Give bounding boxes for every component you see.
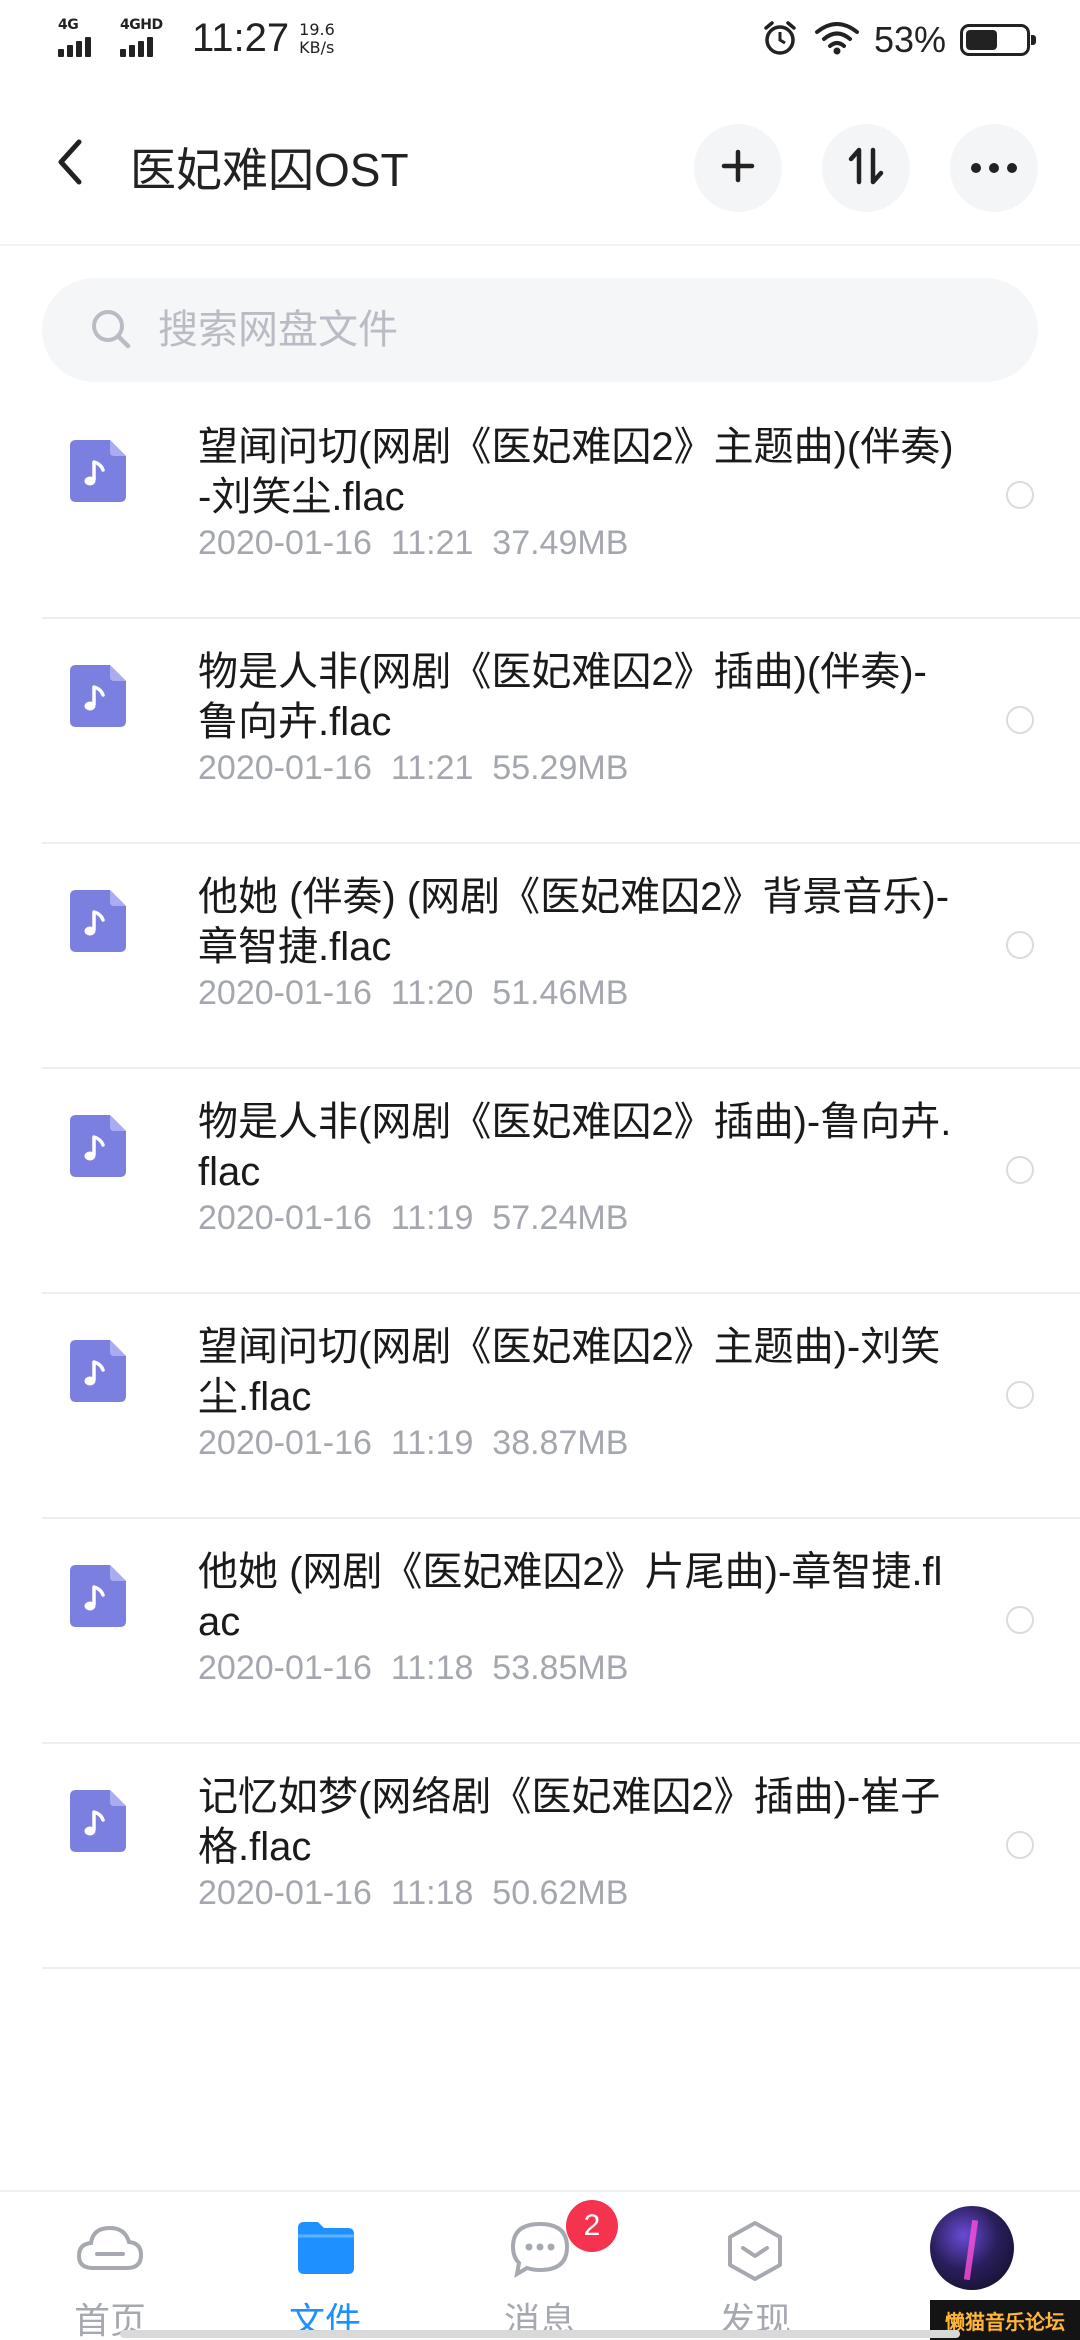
status-right: 53% [760,18,1036,62]
more-icon [970,159,1018,178]
file-meta: 2020-01-16 11:18 53.85MB [198,1649,628,1688]
file-date: 2020-01-16 [198,974,372,1012]
music-file-icon [70,1115,126,1177]
speed-value: 19.6 [299,19,335,39]
file-meta: 2020-01-16 11:21 55.29MB [198,749,628,788]
file-size: 57.24MB [492,1199,629,1237]
header: 医妃难囚OST [0,84,1080,246]
sort-icon [846,146,886,190]
status-bar: 4G 4GHD 11:27 19.6 KB/s 53% [0,0,1080,84]
signal-icon: 4GHD [120,17,176,61]
back-button[interactable] [40,124,100,204]
file-row[interactable]: 记忆如梦(网络剧《医妃难囚2》插曲)-崔子格.flac 2020-01-16 1… [0,1744,1080,1969]
select-checkbox[interactable] [1006,1156,1034,1184]
cloud-icon [75,2220,145,2280]
music-file-icon [70,1565,126,1627]
file-row[interactable]: 物是人非(网剧《医妃难囚2》插曲)-鲁向卉.flac 2020-01-16 11… [0,1069,1080,1294]
speed-unit: KB/s [299,37,335,57]
file-time: 11:20 [390,974,474,1012]
file-row[interactable]: 他她 (网剧《医妃难囚2》片尾曲)-章智捷.flac 2020-01-16 11… [0,1519,1080,1744]
search-input[interactable] [158,300,978,360]
file-meta: 2020-01-16 11:21 37.49MB [198,524,628,563]
nav-files[interactable]: 文件 [225,2192,425,2340]
select-checkbox[interactable] [1006,706,1034,734]
file-size: 37.49MB [492,524,629,562]
more-button[interactable] [950,124,1038,212]
file-name: 物是人非(网剧《医妃难囚2》插曲)-鲁向卉.flac [198,1100,952,1194]
music-file-icon [70,440,126,502]
file-date: 2020-01-16 [198,749,372,787]
file-row[interactable]: 物是人非(网剧《医妃难囚2》插曲)(伴奏)-鲁向卉.flac 2020-01-1… [0,619,1080,844]
file-date: 2020-01-16 [198,1199,372,1237]
message-badge: 2 [566,2200,618,2252]
file-name: 望闻问切(网剧《医妃难囚2》主题曲)-刘笑尘.flac [198,1325,941,1419]
add-button[interactable] [694,124,782,212]
select-checkbox[interactable] [1006,1606,1034,1634]
file-time: 11:18 [390,1874,474,1912]
plus-icon [720,148,756,188]
search-bar[interactable] [42,278,1038,382]
page-title: 医妃难囚OST [130,144,409,196]
file-row[interactable]: 他她 (伴奏) (网剧《医妃难囚2》背景音乐)-章智捷.flac 2020-01… [0,844,1080,1069]
network-speed: 19.6 KB/s [299,19,335,57]
nav-home[interactable]: 首页 [10,2192,210,2340]
music-file-icon [70,1340,126,1402]
file-name: 物是人非(网剧《医妃难囚2》插曲)(伴奏)-鲁向卉.flac [198,650,927,744]
bottom-nav: 首页 文件 消息 发现 [0,2190,1080,2340]
select-checkbox[interactable] [1006,1831,1034,1859]
message-icon [509,2220,571,2282]
discover-icon [725,2220,785,2286]
file-size: 51.46MB [492,974,629,1012]
file-name: 望闻问切(网剧《医妃难囚2》主题曲)(伴奏)-刘笑尘.flac [198,425,954,519]
network-label-1: 4G [58,16,79,33]
search-icon [88,306,134,356]
folder-icon [294,2220,356,2278]
battery-fill [966,30,997,50]
sort-button[interactable] [822,124,910,212]
music-file-icon [70,890,126,952]
row-divider [42,1967,1080,1969]
file-row[interactable]: 望闻问切(网剧《医妃难囚2》主题曲)-刘笑尘.flac 2020-01-16 1… [0,1294,1080,1519]
wifi-icon [814,20,860,60]
music-file-icon [70,1790,126,1852]
select-checkbox[interactable] [1006,931,1034,959]
alarm-icon [760,18,800,62]
file-size: 50.62MB [492,1874,629,1912]
file-time: 11:19 [390,1199,474,1237]
battery-percent: 53% [873,19,946,60]
battery-icon [960,24,1036,56]
file-list: 望闻问切(网剧《医妃难囚2》主题曲)(伴奏)-刘笑尘.flac 2020-01-… [0,394,1080,1969]
music-file-icon [70,665,126,727]
select-checkbox[interactable] [1006,481,1034,509]
file-name: 他她 (网剧《医妃难囚2》片尾曲)-章智捷.flac [198,1550,943,1644]
file-size: 53.85MB [492,1649,629,1687]
file-meta: 2020-01-16 11:18 50.62MB [198,1874,628,1913]
file-row[interactable]: 望闻问切(网剧《医妃难囚2》主题曲)(伴奏)-刘笑尘.flac 2020-01-… [0,394,1080,619]
file-size: 55.29MB [492,749,629,787]
file-date: 2020-01-16 [198,1649,372,1687]
file-date: 2020-01-16 [198,1424,372,1462]
file-time: 11:21 [390,524,474,562]
clock: 11:27 [192,16,290,60]
file-date: 2020-01-16 [198,524,372,562]
signal-icon: 4G [58,17,114,61]
file-size: 38.87MB [492,1424,629,1462]
avatar[interactable] [930,2206,1014,2290]
file-date: 2020-01-16 [198,1874,372,1912]
status-left: 4G 4GHD 11:27 19.6 KB/s [58,16,335,61]
file-name: 他她 (伴奏) (网剧《医妃难囚2》背景音乐)-章智捷.flac [198,875,950,969]
file-time: 11:18 [390,1649,474,1687]
network-label-2: 4GHD [120,16,163,33]
file-meta: 2020-01-16 11:20 51.46MB [198,974,628,1013]
file-time: 11:19 [390,1424,474,1462]
file-meta: 2020-01-16 11:19 57.24MB [198,1199,628,1238]
home-indicator [120,2330,960,2338]
nav-discover[interactable]: 发现 [655,2192,855,2340]
file-name: 记忆如梦(网络剧《医妃难囚2》插曲)-崔子格.flac [198,1775,941,1869]
file-meta: 2020-01-16 11:19 38.87MB [198,1424,628,1463]
file-time: 11:21 [390,749,474,787]
select-checkbox[interactable] [1006,1381,1034,1409]
back-arrow-icon [55,138,85,190]
